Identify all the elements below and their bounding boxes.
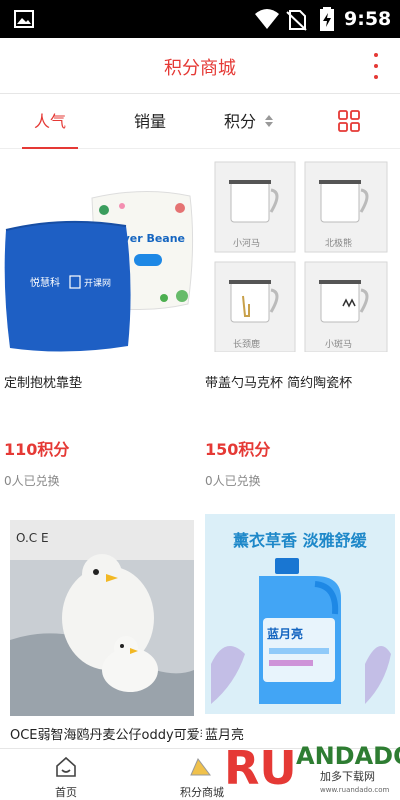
tab-sales[interactable]: 销量 [122,95,178,149]
nav-home[interactable]: 首页 [36,749,96,800]
mug-caption-1: 小河马 [233,237,260,249]
product-image: 薰衣草香 淡雅舒缓 蓝月亮 [205,514,395,714]
sort-tabs: 人气 销量 积分 [0,95,400,149]
detergent-slogan: 薰衣草香 淡雅舒缓 [233,531,368,550]
product-image: Lover Beane 悦慧科 开课网 [4,156,194,352]
pillow-logo-text-1: 悦慧科 [30,276,60,289]
product-name: OCE弱智海鸥丹麦公仔oddy可爱毛绒玩具 [10,728,202,743]
mug-caption-3: 长颈鹿 [233,338,260,350]
product-image: O.C E [10,520,194,716]
oce-logo-text: O.C E [16,531,49,545]
tab-label: 销量 [133,112,166,131]
product-points: 110积分 [4,440,70,459]
pillow-logo-text-2: 开课网 [84,278,111,289]
more-vertical-icon[interactable] [366,51,386,81]
tab-label: 人气 [33,112,66,131]
product-redeemed-count: 0人已兑换 [205,474,261,488]
svg-text:www.ruandado.com: www.ruandado.com [320,786,389,794]
svg-text:ANDADO: ANDADO [296,742,400,770]
app-header: 积分商城 [0,38,400,94]
status-bar: 9:58 [0,0,400,38]
wifi-icon [255,9,279,29]
mug-photo-4 [304,261,388,352]
product-redeemed-count: 0人已兑换 [4,474,60,488]
mall-icon [190,758,211,776]
status-time: 9:58 [344,8,392,30]
svg-text:RU: RU [224,741,297,795]
svg-text:加多下载网: 加多下载网 [320,769,375,783]
battery-charging-icon [320,7,334,31]
grid-view-icon[interactable] [338,110,360,132]
tab-popularity[interactable]: 人气 [22,95,78,149]
product-image: 小河马 北极熊 长颈鹿 小斑马 [205,156,395,352]
mug-caption-2: 北极熊 [325,237,352,249]
product-card[interactable]: O.C E OCE弱智海鸥丹麦公仔oddy可爱毛绒玩具 [10,520,202,750]
image-icon [14,10,34,28]
no-sim-icon [286,10,307,31]
nav-label: 首页 [55,786,77,799]
product-name: 带盖勺马克杯 简约陶瓷杯 [205,376,353,391]
product-grid: Lover Beane 悦慧科 开课网 定制抱枕靠垫 110积分 0人已兑换 小… [0,150,400,750]
product-points: 150积分 [205,440,271,459]
product-name: 定制抱枕靠垫 [4,376,83,391]
detergent-brand: 蓝月亮 [267,626,303,641]
sort-arrows-icon [265,114,274,127]
tab-label: 积分 [223,112,256,131]
home-icon [56,756,76,777]
watermark-logo: RU ANDADO 加多下载网 www.ruandado.com [222,728,400,800]
page-title: 积分商城 [164,58,236,79]
product-card[interactable]: Lover Beane 悦慧科 开课网 定制抱枕靠垫 110积分 0人已兑换 [4,156,194,496]
product-card[interactable]: 薰衣草香 淡雅舒缓 蓝月亮 蓝月亮 [205,514,395,750]
mug-photo-3 [214,261,296,352]
mug-caption-4: 小斑马 [325,338,352,350]
tab-points[interactable]: 积分 [218,95,280,149]
product-card[interactable]: 小河马 北极熊 长颈鹿 小斑马 带盖勺马克杯 简约陶瓷杯 150积分 0人已兑换 [205,156,395,496]
